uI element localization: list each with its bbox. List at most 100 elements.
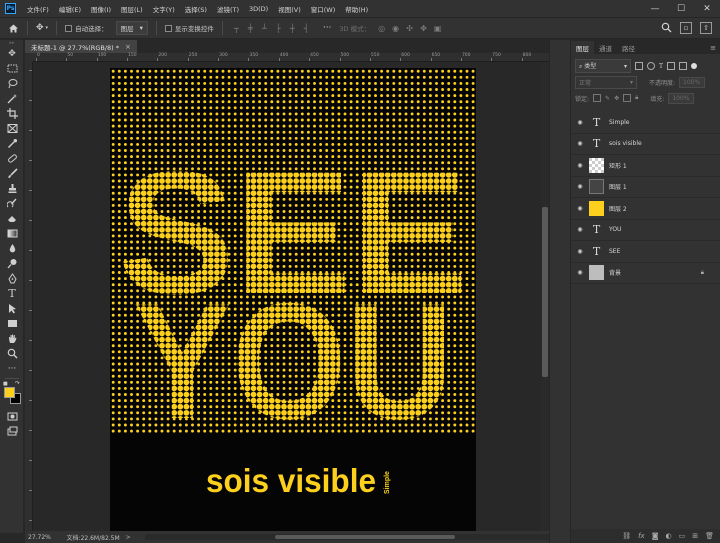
halftone-dot-large bbox=[439, 184, 446, 190]
maximize-icon[interactable]: ☐ bbox=[668, 0, 694, 17]
close-icon[interactable]: ✕ bbox=[694, 0, 720, 17]
path-selection-icon[interactable] bbox=[0, 301, 24, 316]
halftone-dot-large bbox=[250, 159, 257, 166]
halftone-dot-large bbox=[214, 159, 220, 166]
halftone-dot-large bbox=[360, 141, 367, 148]
lasso-tool-icon[interactable] bbox=[0, 76, 24, 91]
ruler-origin[interactable] bbox=[25, 53, 33, 62]
close-tab-icon[interactable]: × bbox=[125, 43, 131, 51]
menu-file[interactable]: 文件(F) bbox=[22, 4, 54, 14]
dodge-tool-icon[interactable] bbox=[0, 256, 24, 271]
halftone-dot-large bbox=[360, 98, 367, 105]
checkbox-box[interactable] bbox=[65, 24, 73, 32]
history-brush-icon[interactable] bbox=[0, 196, 24, 211]
3d-slide-icon[interactable]: ✥ bbox=[418, 23, 429, 34]
3d-scale-icon[interactable]: ▣ bbox=[432, 23, 443, 34]
halftone-dot-large bbox=[220, 86, 226, 93]
horizontal-ruler[interactable]: 0 50 100 150 200 250 300 350 400 450 500 550 600 650 7… bbox=[33, 53, 549, 62]
menu-view[interactable]: 视图(V) bbox=[273, 4, 306, 14]
auto-select-checkbox[interactable]: 自动选择： bbox=[65, 23, 108, 33]
halftone-dot-large bbox=[409, 68, 415, 75]
halftone-dot-large bbox=[439, 129, 446, 136]
halftone-dot-large bbox=[323, 165, 330, 172]
halftone-dot-large bbox=[311, 178, 318, 184]
align-left-icon[interactable]: ├ bbox=[273, 23, 284, 34]
show-transform-checkbox[interactable]: 显示变换控件 bbox=[164, 23, 214, 33]
crop-tool-icon[interactable] bbox=[0, 106, 24, 121]
halftone-dot-large bbox=[445, 159, 452, 166]
menu-edit[interactable]: 编辑(E) bbox=[54, 4, 86, 14]
halftone-dot-large bbox=[415, 92, 422, 99]
halftone-dot-large bbox=[403, 86, 409, 93]
brush-tool-icon[interactable] bbox=[0, 166, 24, 181]
halftone-dot-large bbox=[403, 190, 409, 197]
clone-stamp-icon[interactable] bbox=[0, 181, 24, 196]
frame-tool-icon[interactable] bbox=[0, 121, 24, 136]
halftone-dot-large bbox=[311, 172, 318, 178]
3d-roll-icon[interactable]: ◉ bbox=[390, 23, 401, 34]
menu-image[interactable]: 图像(I) bbox=[86, 4, 116, 14]
type-tool-icon[interactable]: T bbox=[0, 286, 24, 301]
home-icon[interactable] bbox=[8, 23, 19, 34]
halftone-dot-large bbox=[262, 92, 269, 99]
rectangle-tool-icon[interactable] bbox=[0, 316, 24, 331]
halftone-dot-large bbox=[390, 74, 397, 81]
workspace-icon[interactable]: ▫ bbox=[680, 22, 692, 34]
halftone-dot-large bbox=[183, 104, 190, 111]
eraser-tool-icon[interactable] bbox=[0, 211, 24, 226]
halftone-dot-large bbox=[207, 111, 214, 117]
edit-toolbar-icon[interactable]: ··· bbox=[0, 361, 24, 376]
minimize-icon[interactable]: — bbox=[642, 0, 668, 17]
3d-pan-icon[interactable]: ✣ bbox=[404, 23, 415, 34]
align-bottom-icon[interactable]: ┴ bbox=[259, 23, 270, 34]
document-tab[interactable]: 未标题-1 @ 27.7%(RGB/8) * × bbox=[25, 40, 137, 53]
3d-orbit-icon[interactable]: ◎ bbox=[376, 23, 387, 34]
halftone-dot-large bbox=[189, 129, 196, 136]
share-icon[interactable]: ⇧ bbox=[700, 22, 712, 34]
halftone-dot-large bbox=[299, 147, 306, 154]
align-middle-icon[interactable]: ╪ bbox=[245, 23, 256, 34]
halftone-dot-large bbox=[378, 172, 385, 178]
more-options-icon[interactable]: ··· bbox=[323, 23, 332, 33]
foreground-color-swatch[interactable] bbox=[4, 387, 15, 398]
vertical-ruler[interactable] bbox=[25, 62, 33, 531]
menu-layer[interactable]: 图层(L) bbox=[116, 4, 148, 14]
quick-mask-icon[interactable] bbox=[0, 409, 24, 424]
zoom-tool-icon[interactable] bbox=[0, 346, 24, 361]
auto-select-dropdown[interactable]: 图层 ▾ bbox=[115, 21, 148, 35]
menu-type[interactable]: 文字(Y) bbox=[148, 4, 180, 14]
magic-wand-icon[interactable] bbox=[0, 91, 24, 106]
artboard[interactable]: SEE YOU sois visible Simple bbox=[110, 68, 476, 531]
canvas-workspace[interactable]: SEE YOU sois visible Simple bbox=[33, 62, 541, 531]
search-icon[interactable] bbox=[661, 22, 672, 35]
move-tool-icon[interactable]: ✥ bbox=[0, 46, 24, 61]
hand-tool-icon[interactable] bbox=[0, 331, 24, 346]
align-right-icon[interactable]: ┤ bbox=[301, 23, 312, 34]
blur-tool-icon[interactable] bbox=[0, 241, 24, 256]
eyedropper-icon[interactable] bbox=[0, 136, 24, 151]
halftone-dot-large bbox=[342, 111, 348, 117]
menu-3d[interactable]: 3D(D) bbox=[244, 5, 273, 13]
halftone-dot-large bbox=[336, 104, 342, 111]
halftone-dot-large bbox=[214, 141, 220, 148]
move-tool-icon[interactable]: ✥ ▾ bbox=[36, 23, 48, 33]
menu-window[interactable]: 窗口(W) bbox=[306, 4, 341, 14]
halftone-dot-large bbox=[311, 159, 318, 166]
pen-tool-icon[interactable] bbox=[0, 271, 24, 286]
halftone-dot-large bbox=[116, 129, 123, 136]
healing-brush-icon[interactable] bbox=[0, 151, 24, 166]
screen-mode-icon[interactable] bbox=[0, 424, 24, 439]
marquee-tool-icon[interactable] bbox=[0, 61, 24, 76]
checkbox-box[interactable] bbox=[164, 24, 172, 32]
align-center-icon[interactable]: ┼ bbox=[287, 23, 298, 34]
halftone-dot-large bbox=[281, 147, 287, 154]
swap-colors-icon[interactable]: ↷ bbox=[15, 380, 20, 387]
menu-select[interactable]: 选择(S) bbox=[180, 4, 212, 14]
halftone-dot-large bbox=[275, 147, 281, 154]
halftone-dot-large bbox=[207, 74, 214, 81]
align-top-icon[interactable]: ┬ bbox=[231, 23, 242, 34]
gradient-tool-icon[interactable] bbox=[0, 226, 24, 241]
menu-filter[interactable]: 滤镜(T) bbox=[212, 4, 244, 14]
halftone-dot-large bbox=[207, 190, 214, 197]
menu-help[interactable]: 帮助(H) bbox=[340, 4, 373, 14]
